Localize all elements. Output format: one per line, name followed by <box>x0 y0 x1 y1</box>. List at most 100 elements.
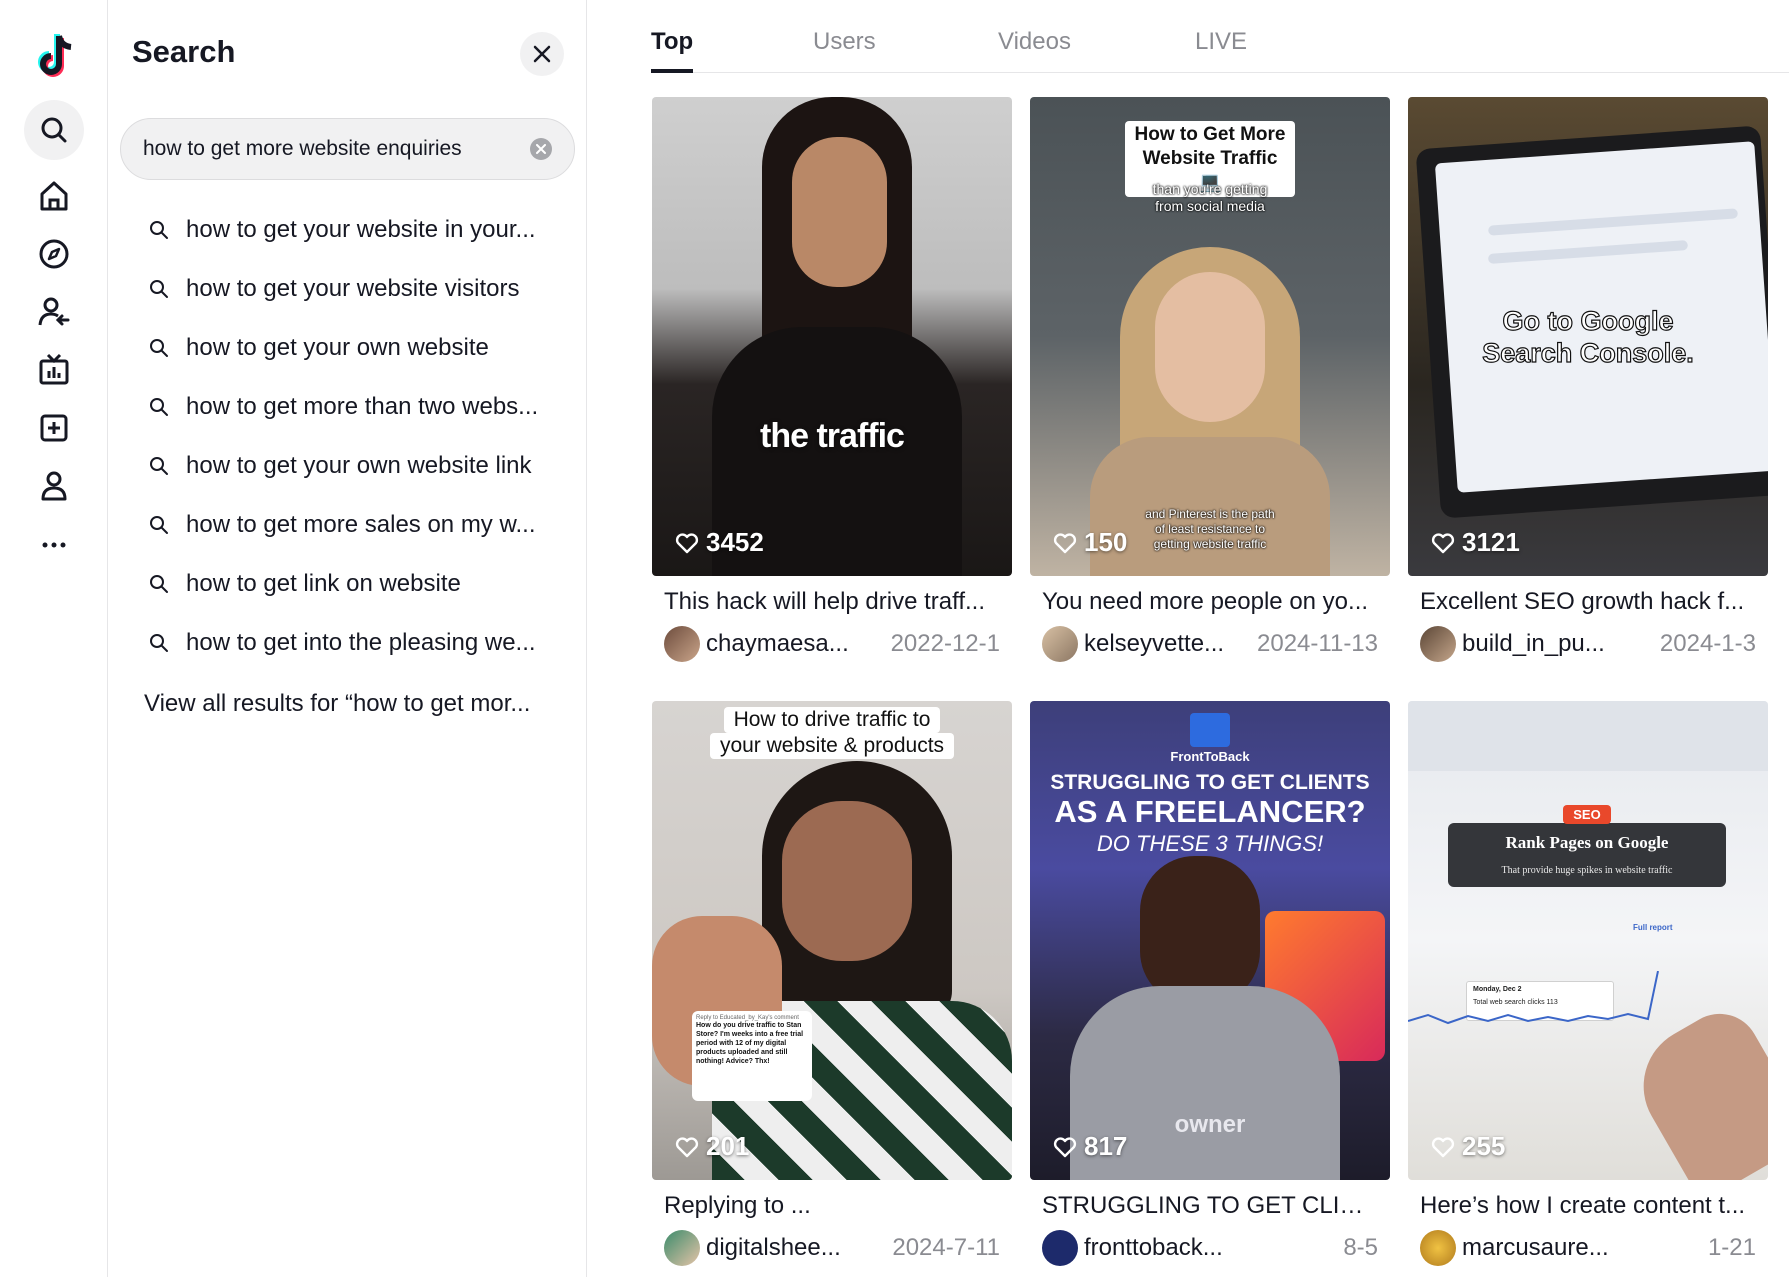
username[interactable]: marcusaure... <box>1462 1234 1696 1262</box>
view-all-results-link[interactable]: View all results for “how to get mor... <box>144 690 564 718</box>
suggestion-item[interactable]: how to get link on website <box>148 554 568 613</box>
tab-users[interactable]: Users <box>813 28 876 56</box>
username[interactable]: kelseyvette... <box>1084 630 1245 658</box>
avatar[interactable] <box>1042 1230 1078 1266</box>
video-card[interactable]: FrontToBack STRUGGLING TO GET CLIENTS AS… <box>1030 701 1390 1266</box>
browser-bar-shape <box>1408 701 1768 771</box>
tab-videos[interactable]: Videos <box>998 28 1071 56</box>
video-thumbnail[interactable]: How to drive traffic to your website & p… <box>652 701 1012 1180</box>
username[interactable]: fronttoback... <box>1084 1234 1331 1262</box>
like-count: 3121 <box>1430 527 1520 558</box>
video-description[interactable]: Excellent SEO growth hack f... <box>1408 588 1768 616</box>
username[interactable]: build_in_pu... <box>1462 630 1648 658</box>
like-count: 3452 <box>674 527 764 558</box>
clear-icon <box>536 144 546 154</box>
avatar[interactable] <box>1042 626 1078 662</box>
search-input[interactable] <box>143 137 530 161</box>
avatar[interactable] <box>1420 1230 1456 1266</box>
suggestion-text: how to get your website visitors <box>186 274 520 302</box>
app: Search how to get your website in your..… <box>0 0 1789 1277</box>
video-description[interactable]: Replying to ... <box>652 1192 1012 1220</box>
tiktok-logo-icon[interactable] <box>32 32 76 82</box>
video-card[interactable]: the traffic 3452 This hack will help dri… <box>652 97 1012 662</box>
overlay-line: and Pinterest is the path <box>1145 507 1275 521</box>
overlay-caption: Go to Google Search Console. <box>1408 305 1768 369</box>
video-description[interactable]: You need more people on yo... <box>1030 588 1390 616</box>
search-icon[interactable] <box>24 100 84 160</box>
video-card[interactable]: How to drive traffic to your website & p… <box>652 701 1012 1266</box>
close-icon <box>533 45 551 63</box>
like-count: 817 <box>1052 1131 1127 1162</box>
suggestion-item[interactable]: how to get your own website <box>148 318 568 377</box>
like-count-text: 255 <box>1462 1131 1506 1161</box>
video-thumbnail[interactable]: Go to Google Search Console. 3121 <box>1408 97 1768 576</box>
suggestion-text: how to get your own website link <box>186 451 532 479</box>
suggestion-item[interactable]: how to get your website visitors <box>148 259 568 318</box>
search-field[interactable] <box>120 118 575 180</box>
search-panel: Search how to get your website in your..… <box>108 0 587 1277</box>
video-meta: build_in_pu... 2024-1-3 <box>1408 626 1768 662</box>
avatar[interactable] <box>664 1230 700 1266</box>
video-description[interactable]: This hack will help drive traff... <box>652 588 1012 616</box>
search-icon <box>150 220 168 239</box>
like-count: 255 <box>1430 1131 1505 1162</box>
suggestion-text: how to get your website in your... <box>186 215 536 243</box>
avatar[interactable] <box>664 626 700 662</box>
person-face-shape <box>1155 272 1265 422</box>
profile-icon[interactable] <box>24 456 84 516</box>
heart-icon <box>675 532 699 553</box>
suggestion-item[interactable]: how to get into the pleasing we... <box>148 613 568 672</box>
explore-compass-icon[interactable] <box>24 224 84 284</box>
suggestion-item[interactable]: how to get more sales on my w... <box>148 495 568 554</box>
more-dots-icon[interactable] <box>24 512 84 572</box>
search-icon <box>150 633 168 652</box>
suggestion-item[interactable]: how to get more than two webs... <box>148 377 568 436</box>
overlay-line: than you're getting <box>1152 181 1268 197</box>
suggestion-item[interactable]: how to get your own website link <box>148 436 568 495</box>
overlay-line: How to Get More <box>1134 124 1286 145</box>
username[interactable]: digitalshee... <box>706 1234 880 1262</box>
like-count: 150 <box>1052 527 1127 558</box>
like-count-text: 3452 <box>706 527 764 557</box>
tab-top[interactable]: Top <box>651 28 693 56</box>
like-count-text: 3121 <box>1462 527 1520 557</box>
overlay-line: DO THESE 3 THINGS! <box>1096 831 1324 856</box>
panel-title: Search <box>132 34 236 69</box>
heart-icon <box>1431 532 1455 553</box>
video-thumbnail[interactable]: How to Get More Website Traffic 💻 than y… <box>1030 97 1390 576</box>
following-icon[interactable] <box>24 282 84 342</box>
overlay-line: your website & products <box>709 733 955 759</box>
overlay-line: AS A FREELANCER? <box>1054 794 1366 829</box>
tab-live[interactable]: LIVE <box>1195 28 1247 56</box>
clear-search-button[interactable] <box>530 138 552 160</box>
person-face-shape <box>792 137 887 287</box>
post-date: 2024-7-11 <box>892 1234 1000 1261</box>
username[interactable]: chaymaesa... <box>706 630 879 658</box>
close-panel-button[interactable] <box>520 32 564 76</box>
home-icon[interactable] <box>24 166 84 226</box>
seo-badge: SEO <box>1563 805 1611 824</box>
video-description[interactable]: STRUGGLING TO GET CLIEN... <box>1030 1192 1390 1220</box>
search-icon <box>150 397 168 416</box>
upload-plus-icon[interactable] <box>24 398 84 458</box>
result-tabs: Top Users Videos LIVE <box>651 0 1789 73</box>
video-meta: kelseyvette... 2024-11-13 <box>1030 626 1390 662</box>
video-thumbnail[interactable]: SEO Rank Pages on Google That provide hu… <box>1408 701 1768 1180</box>
video-card[interactable]: SEO Rank Pages on Google That provide hu… <box>1408 701 1768 1266</box>
like-count: 201 <box>674 1131 749 1162</box>
post-date: 2024-1-3 <box>1659 630 1756 657</box>
video-card[interactable]: How to Get More Website Traffic 💻 than y… <box>1030 97 1390 662</box>
live-tv-icon[interactable] <box>24 340 84 400</box>
suggestion-item[interactable]: how to get your website in your... <box>148 200 568 259</box>
person-face-shape <box>1140 856 1260 1006</box>
video-thumbnail[interactable]: the traffic 3452 <box>652 97 1012 576</box>
overlay-line: Rank Pages on Google <box>1505 833 1669 852</box>
search-icon <box>150 574 168 593</box>
video-card[interactable]: Go to Google Search Console. 3121 Excell… <box>1408 97 1768 662</box>
post-date: 2024-11-13 <box>1257 630 1378 657</box>
avatar[interactable] <box>1420 626 1456 662</box>
video-thumbnail[interactable]: FrontToBack STRUGGLING TO GET CLIENTS AS… <box>1030 701 1390 1180</box>
overlay-title: How to drive traffic to your website & p… <box>699 707 965 759</box>
video-description[interactable]: Here’s how I create content t... <box>1408 1192 1768 1220</box>
comment-reply-text: How do you drive traffic to Stan Store? … <box>696 1022 804 1065</box>
